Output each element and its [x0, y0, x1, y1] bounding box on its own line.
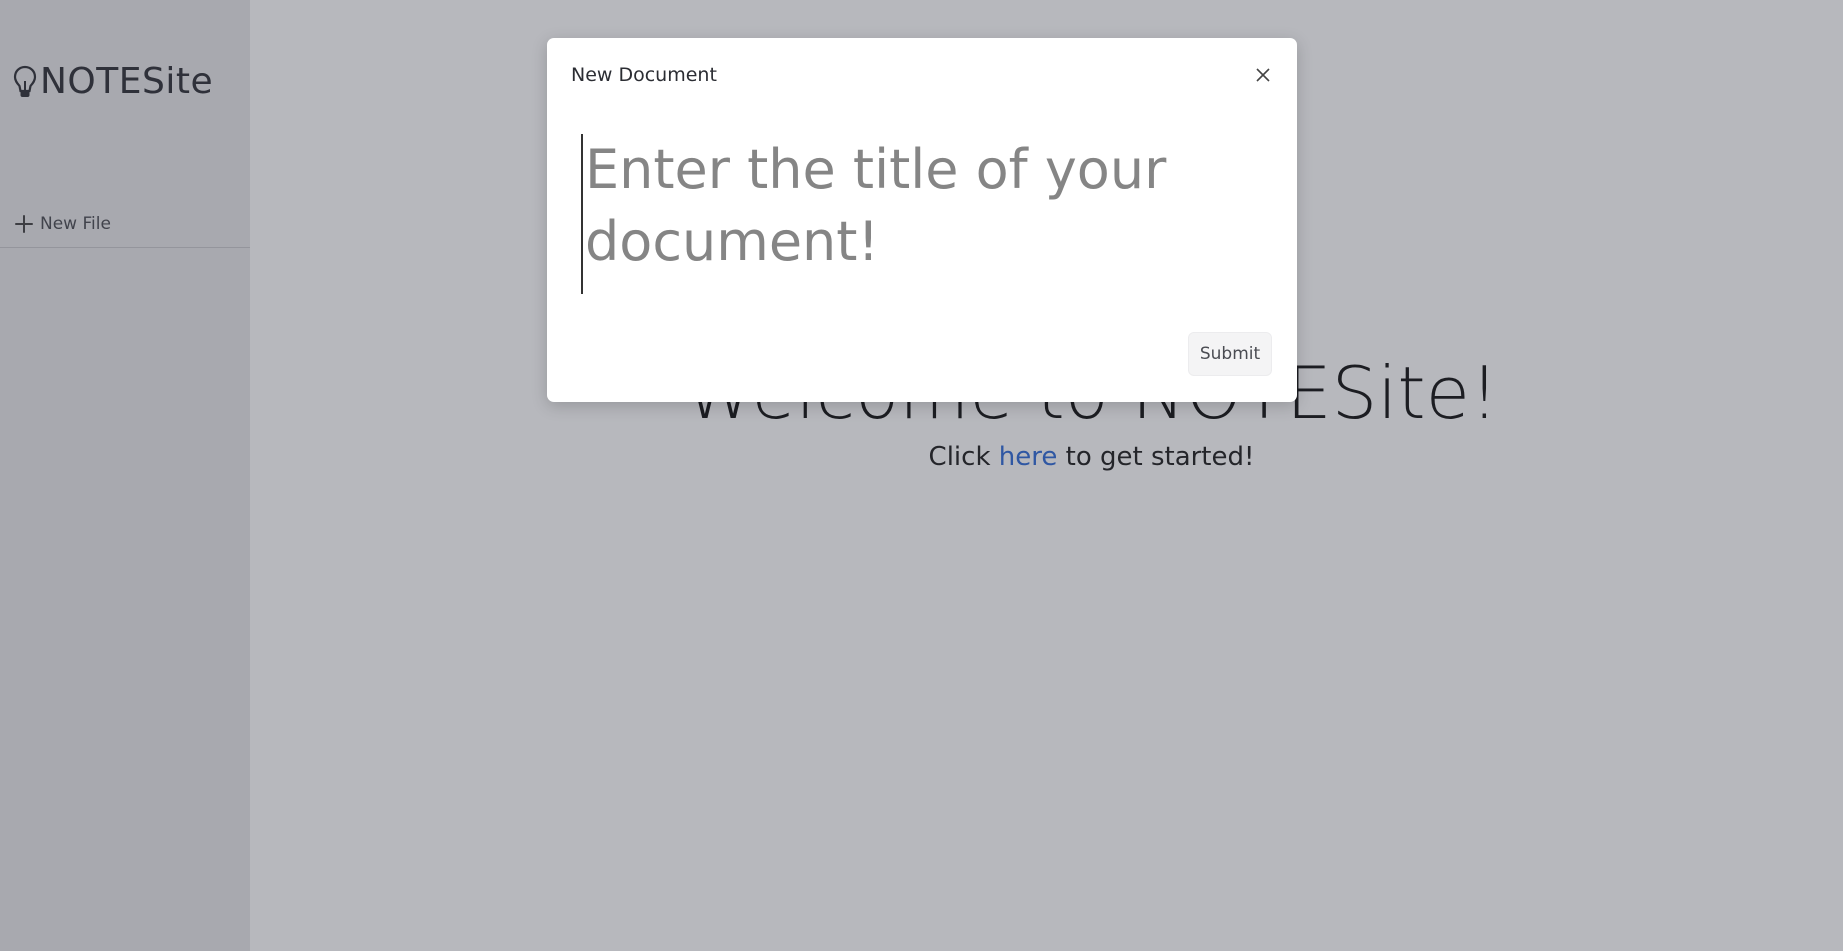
close-button[interactable] — [1251, 63, 1275, 87]
modal-title: New Document — [571, 64, 717, 86]
new-document-modal: New Document Submit — [547, 38, 1297, 402]
submit-button[interactable]: Submit — [1188, 332, 1272, 376]
document-title-input[interactable] — [581, 134, 1265, 294]
close-icon — [1256, 68, 1270, 82]
app-root: NOTESite New File Welcome to NOTESite! C… — [0, 0, 1843, 951]
